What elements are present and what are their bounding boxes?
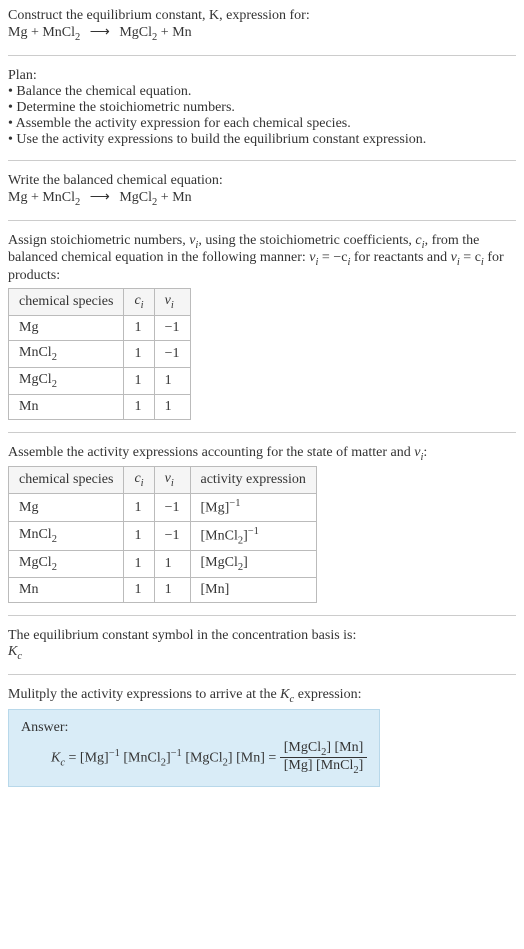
- activity-th-species: chemical species: [9, 467, 124, 494]
- balanced-eq: Mg + MnCl2 ⟶ MgCl2 + Mn: [8, 190, 192, 205]
- stoich-section: Assign stoichiometric numbers, νi, using…: [8, 233, 516, 420]
- divider: [8, 432, 516, 433]
- divider: [8, 615, 516, 616]
- divider: [8, 160, 516, 161]
- table-row: MgCl2 1 1 [MgCl2]: [9, 551, 317, 578]
- balanced-section: Write the balanced chemical equation: Mg…: [8, 173, 516, 208]
- table-row: MnCl2 1 −1: [9, 340, 191, 367]
- stoich-th-species: chemical species: [9, 289, 124, 316]
- balanced-title: Write the balanced chemical equation:: [8, 173, 223, 188]
- table-row: MnCl2 1 −1 [MnCl2]−1: [9, 521, 317, 550]
- table-row: Mg 1 −1: [9, 315, 191, 340]
- plan-bullet-1: • Balance the chemical equation.: [8, 84, 191, 99]
- answer-expression: Kc = [Mg]−1 [MnCl2]−1 [MgCl2] [Mn] = [Mg…: [21, 736, 367, 777]
- answer-box: Answer: Kc = [Mg]−1 [MnCl2]−1 [MgCl2] [M…: [8, 709, 380, 788]
- question-prompt: Construct the equilibrium constant, K, e…: [8, 8, 516, 43]
- activity-table: chemical species ci νi activity expressi…: [8, 466, 317, 603]
- table-row: MgCl2 1 1: [9, 367, 191, 394]
- activity-section: Assemble the activity expressions accoun…: [8, 445, 516, 604]
- activity-th-v: νi: [154, 467, 190, 494]
- table-row: Mg 1 −1 [Mg]−1: [9, 494, 317, 522]
- multiply-section: Mulitply the activity expressions to arr…: [8, 687, 516, 705]
- prompt-line1: Construct the equilibrium constant, K, e…: [8, 8, 310, 23]
- plan-title: Plan:: [8, 68, 37, 83]
- stoich-th-c: ci: [124, 289, 154, 316]
- table-row: Mn 1 1 [Mn]: [9, 578, 317, 603]
- divider: [8, 220, 516, 221]
- activity-th-c: ci: [124, 467, 154, 494]
- answer-label: Answer:: [21, 720, 68, 735]
- prompt-eq: Mg + MnCl2 ⟶ MgCl2 + Mn: [8, 25, 192, 40]
- stoich-table: chemical species ci νi Mg 1 −1 MnCl2 1 −…: [8, 288, 191, 419]
- plan-bullet-4: • Use the activity expressions to build …: [8, 132, 426, 147]
- stoich-th-v: νi: [154, 289, 190, 316]
- plan-bullet-2: • Determine the stoichiometric numbers.: [8, 100, 235, 115]
- table-row: Mn 1 1: [9, 394, 191, 419]
- plan-bullet-3: • Assemble the activity expression for e…: [8, 116, 351, 131]
- plan-section: Plan: • Balance the chemical equation. •…: [8, 68, 516, 148]
- divider: [8, 55, 516, 56]
- answer-fraction: [MgCl2] [Mn][Mg] [MnCl2]: [280, 740, 368, 777]
- activity-th-expr: activity expression: [190, 467, 316, 494]
- divider: [8, 674, 516, 675]
- kc-symbol-section: The equilibrium constant symbol in the c…: [8, 628, 516, 662]
